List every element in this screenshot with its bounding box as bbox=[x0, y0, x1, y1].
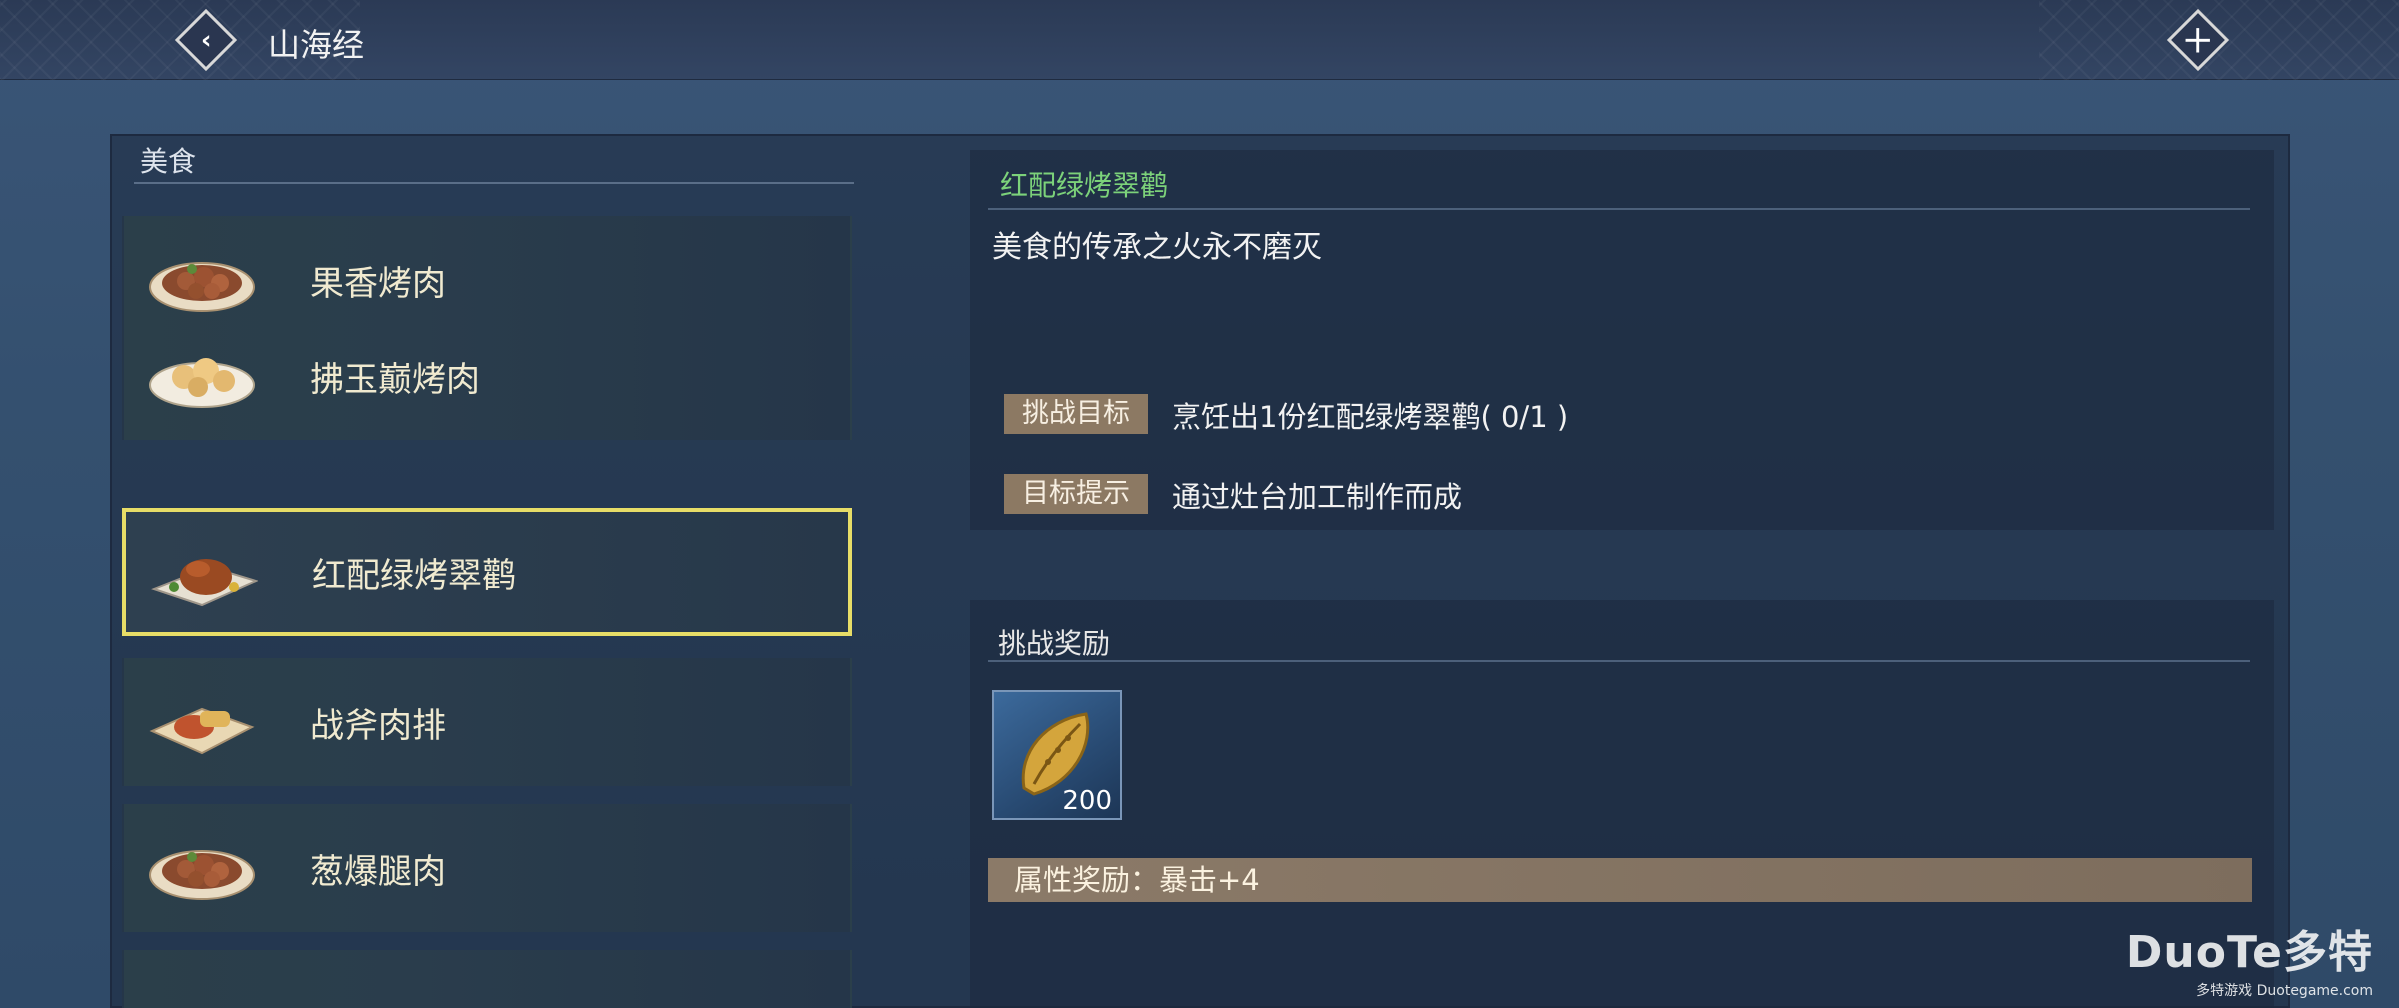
close-icon: × bbox=[2173, 15, 2223, 65]
roast-meat-plate-icon bbox=[148, 833, 256, 903]
food-item-label: 葱爆腿肉 bbox=[310, 851, 446, 892]
divider bbox=[988, 660, 2250, 662]
reward-title: 挑战奖励 bbox=[998, 627, 1111, 660]
roast-bird-plate-icon bbox=[150, 537, 259, 607]
close-button-frame: × bbox=[2166, 8, 2230, 72]
detail-title: 红配绿烤翠鹳 bbox=[1000, 169, 1169, 202]
reward-item-slot[interactable]: 200 bbox=[992, 690, 1122, 820]
category-title: 美食 bbox=[134, 140, 854, 184]
close-button[interactable]: × bbox=[2166, 8, 2230, 72]
food-item-label: 拂玉巅烤肉 bbox=[310, 359, 480, 400]
watermark: DuoTe多特 多特游戏 Duotegame.com bbox=[2126, 916, 2373, 1000]
food-item-3[interactable]: 战斧肉排 bbox=[122, 658, 852, 786]
detail-description: 美食的传承之火永不磨灭 bbox=[992, 230, 1322, 265]
page-title: 山海经 bbox=[268, 26, 365, 64]
attribute-reward: 属性奖励：暴击+4 bbox=[988, 858, 2252, 902]
roast-meat-plate-icon bbox=[148, 245, 256, 315]
food-item-label: 红配绿烤翠鹳 bbox=[312, 555, 516, 596]
food-item-2[interactable]: 红配绿烤翠鹳 bbox=[122, 508, 852, 636]
watermark-sub: 多特游戏 Duotegame.com bbox=[2196, 983, 2373, 999]
back-button-frame: ‹ bbox=[174, 8, 238, 72]
chevron-left-icon: ‹ bbox=[200, 25, 212, 55]
reward-item-count: 200 bbox=[1062, 786, 1112, 816]
detail-panel: 红配绿烤翠鹳 美食的传承之火永不磨灭 挑战目标 烹饪出1份红配绿烤翠鹳( 0/1… bbox=[970, 150, 2274, 530]
watermark-brand: DuoTe多特 bbox=[2125, 927, 2373, 978]
food-item-label: 战斧肉排 bbox=[310, 705, 446, 746]
food-item-label: 果香烤肉 bbox=[310, 263, 446, 304]
food-item-5[interactable] bbox=[122, 950, 852, 1008]
goal-text: 烹饪出1份红配绿烤翠鹳( 0/1 ) bbox=[1172, 400, 1569, 434]
steak-plate-icon bbox=[148, 687, 256, 757]
top-bar: ‹ 山海经 × bbox=[0, 0, 2399, 80]
hint-tag: 目标提示 bbox=[1004, 474, 1148, 514]
reward-panel: 挑战奖励 200 属性奖励：暴击+4 bbox=[970, 600, 2274, 1008]
hint-text: 通过灶台加工制作而成 bbox=[1172, 480, 1463, 514]
food-list-panel: 美食 果香烤肉 拂玉巅烤肉 红配绿烤翠鹳 战斧肉排 葱爆腿肉 bbox=[120, 140, 854, 1008]
food-item-1[interactable]: 拂玉巅烤肉 bbox=[122, 312, 852, 440]
bun-plate-icon bbox=[148, 341, 256, 411]
back-button[interactable]: ‹ bbox=[174, 8, 238, 72]
divider bbox=[988, 208, 2250, 210]
goal-tag: 挑战目标 bbox=[1004, 394, 1148, 434]
food-item-4[interactable]: 葱爆腿肉 bbox=[122, 804, 852, 932]
